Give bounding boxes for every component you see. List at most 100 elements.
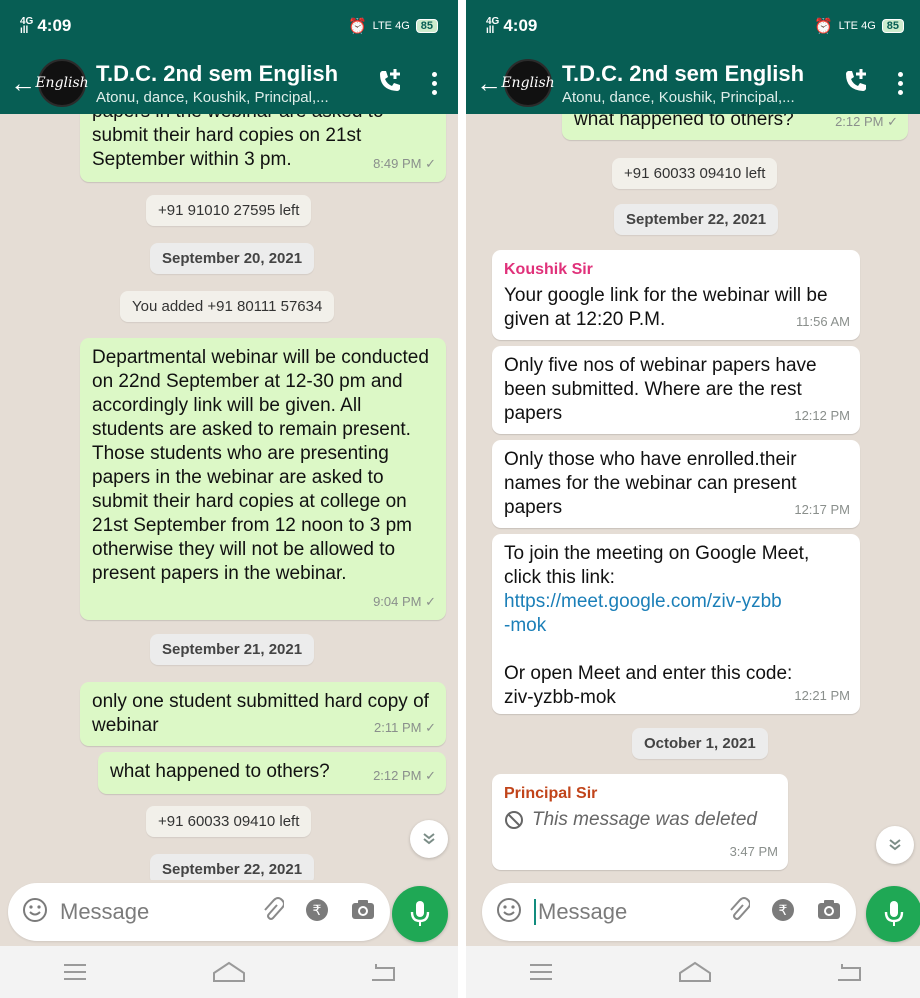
- chat-header[interactable]: ← English T.D.C. 2nd sem English Atonu, …: [466, 52, 920, 114]
- back-arrow-icon[interactable]: ←: [474, 68, 504, 99]
- message-time: 9:04 PM ✓: [373, 594, 436, 609]
- scroll-down-icon[interactable]: [410, 820, 448, 858]
- chat-participants[interactable]: Atonu, dance, Koushik, Principal,...: [562, 89, 840, 106]
- left-screenshot: 4G ıll 4:09 ⏰ LTE 4G 85 ← English T.D.C. …: [0, 0, 458, 998]
- add-call-icon[interactable]: [374, 66, 410, 101]
- message-bubble[interactable]: Koushik Sir Your google link for the web…: [492, 250, 860, 340]
- message-text: Or open Meet and enter this code: ziv-yz…: [504, 663, 793, 708]
- payment-icon[interactable]: ₹: [770, 897, 796, 928]
- chat-header[interactable]: ← English T.D.C. 2nd sem English Atonu, …: [0, 52, 458, 114]
- message-text: what happened to others?: [110, 761, 330, 782]
- more-options-icon[interactable]: [890, 71, 910, 95]
- chat-area[interactable]: papers in the webinar are asked to submi…: [0, 114, 458, 880]
- message-time: 11:56 AM: [796, 314, 850, 329]
- chat-participants[interactable]: Atonu, dance, Koushik, Principal,...: [96, 89, 374, 106]
- battery-indicator: 85: [881, 19, 904, 33]
- alarm-icon: ⏰: [813, 18, 833, 35]
- status-time: 4:09: [37, 16, 72, 35]
- recents-icon[interactable]: [528, 962, 554, 982]
- battery-indicator: 85: [415, 19, 438, 33]
- message-text: what happened to others?: [574, 114, 794, 130]
- attach-icon[interactable]: [260, 896, 285, 928]
- message-time: 8:49 PM ✓: [373, 156, 436, 171]
- message-bubble[interactable]: Principal Sir This message was deleted 3…: [492, 774, 788, 870]
- group-avatar[interactable]: English: [35, 59, 89, 107]
- message-time: 12:17 PM: [794, 502, 850, 517]
- sender-name[interactable]: Principal Sir: [504, 782, 776, 806]
- camera-icon[interactable]: [350, 898, 376, 927]
- message-text: papers in the webinar are asked to submi…: [92, 114, 384, 170]
- more-options-icon[interactable]: [424, 71, 444, 95]
- message-time: 2:12 PM ✓: [835, 114, 898, 129]
- message-composer[interactable]: Message ₹: [482, 883, 856, 941]
- status-bar: 4G ıll 4:09 ⏰ LTE 4G 85: [466, 0, 920, 52]
- right-screenshot: 4G ıll 4:09 ⏰ LTE 4G 85 ← English T.D.C. …: [466, 0, 920, 998]
- system-message: +91 60033 09410 left: [612, 158, 778, 189]
- message-bubble[interactable]: To join the meeting on Google Meet, clic…: [492, 534, 860, 714]
- message-text: Departmental webinar will be conducted o…: [92, 347, 429, 584]
- message-bubble[interactable]: Departmental webinar will be conducted o…: [80, 338, 446, 620]
- message-bubble[interactable]: Only five nos of webinar papers have bee…: [492, 346, 860, 434]
- message-bubble[interactable]: only one student submitted hard copy of …: [80, 682, 446, 746]
- network-label: LTE 4G: [372, 20, 410, 32]
- back-nav-icon[interactable]: [836, 962, 862, 982]
- message-time: 12:12 PM: [794, 408, 850, 423]
- message-composer[interactable]: Message ₹: [8, 883, 390, 941]
- system-message: +91 60033 09410 left: [146, 806, 312, 837]
- sender-name[interactable]: Koushik Sir: [504, 258, 848, 282]
- chat-title[interactable]: T.D.C. 2nd sem English: [562, 61, 840, 87]
- signal-icon: 4G ıll: [20, 16, 34, 36]
- message-text: Your google link for the webinar will be…: [504, 285, 828, 330]
- blocked-icon: [505, 811, 523, 829]
- recents-icon[interactable]: [62, 962, 88, 982]
- mic-button[interactable]: [866, 886, 920, 942]
- system-nav-bar: [466, 946, 920, 998]
- text-cursor: [534, 899, 536, 925]
- date-separator: September 20, 2021: [150, 243, 315, 274]
- message-text: Only those who have enrolled.their names…: [504, 449, 797, 518]
- mic-icon: [410, 901, 430, 926]
- mic-icon: [884, 901, 904, 926]
- mic-button[interactable]: [392, 886, 448, 942]
- message-input[interactable]: Message: [538, 899, 706, 925]
- message-bubble[interactable]: papers in the webinar are asked to submi…: [80, 114, 446, 182]
- emoji-icon[interactable]: [22, 897, 48, 928]
- message-time: 3:47 PM: [729, 844, 778, 859]
- attach-icon[interactable]: [726, 896, 751, 928]
- scroll-down-icon[interactable]: [876, 826, 914, 864]
- chat-area[interactable]: what happened to others? 2:12 PM ✓ +91 6…: [466, 114, 920, 880]
- status-bar: 4G ıll 4:09 ⏰ LTE 4G 85: [0, 0, 458, 52]
- camera-icon[interactable]: [816, 898, 842, 927]
- payment-icon[interactable]: ₹: [304, 897, 330, 928]
- date-separator: September 22, 2021: [614, 204, 779, 235]
- group-avatar[interactable]: English: [501, 59, 555, 107]
- message-bubble[interactable]: what happened to others? 2:12 PM ✓: [98, 752, 446, 794]
- system-message: +91 91010 27595 left: [146, 195, 312, 226]
- signal-icon: 4G ıll: [486, 16, 500, 36]
- meet-link[interactable]: https://meet.google.com/ziv-yzbb-mok: [504, 590, 784, 638]
- message-time: 2:12 PM ✓: [373, 768, 436, 783]
- system-nav-bar: [0, 946, 458, 998]
- status-time: 4:09: [503, 16, 538, 35]
- home-icon[interactable]: [212, 961, 246, 983]
- message-text: Only five nos of webinar papers have bee…: [504, 355, 817, 424]
- message-bubble[interactable]: what happened to others? 2:12 PM ✓: [562, 114, 908, 140]
- alarm-icon: ⏰: [347, 18, 367, 35]
- date-separator: September 21, 2021: [150, 634, 315, 665]
- date-separator: October 1, 2021: [632, 728, 768, 759]
- back-arrow-icon[interactable]: ←: [8, 68, 38, 99]
- chat-title[interactable]: T.D.C. 2nd sem English: [96, 61, 374, 87]
- emoji-icon[interactable]: [496, 897, 522, 928]
- back-nav-icon[interactable]: [370, 962, 396, 982]
- home-icon[interactable]: [678, 961, 712, 983]
- add-call-icon[interactable]: [840, 66, 876, 101]
- message-time: 2:11 PM ✓: [374, 720, 436, 735]
- svg-text:₹: ₹: [313, 903, 322, 919]
- date-separator: September 22, 2021: [150, 854, 315, 880]
- message-input[interactable]: Message: [60, 899, 240, 925]
- system-message: You added +91 80111 57634: [120, 291, 335, 322]
- message-text: To join the meeting on Google Meet, clic…: [504, 543, 810, 588]
- message-bubble[interactable]: Only those who have enrolled.their names…: [492, 440, 860, 528]
- message-time: 12:21 PM: [794, 688, 850, 703]
- network-label: LTE 4G: [838, 20, 876, 32]
